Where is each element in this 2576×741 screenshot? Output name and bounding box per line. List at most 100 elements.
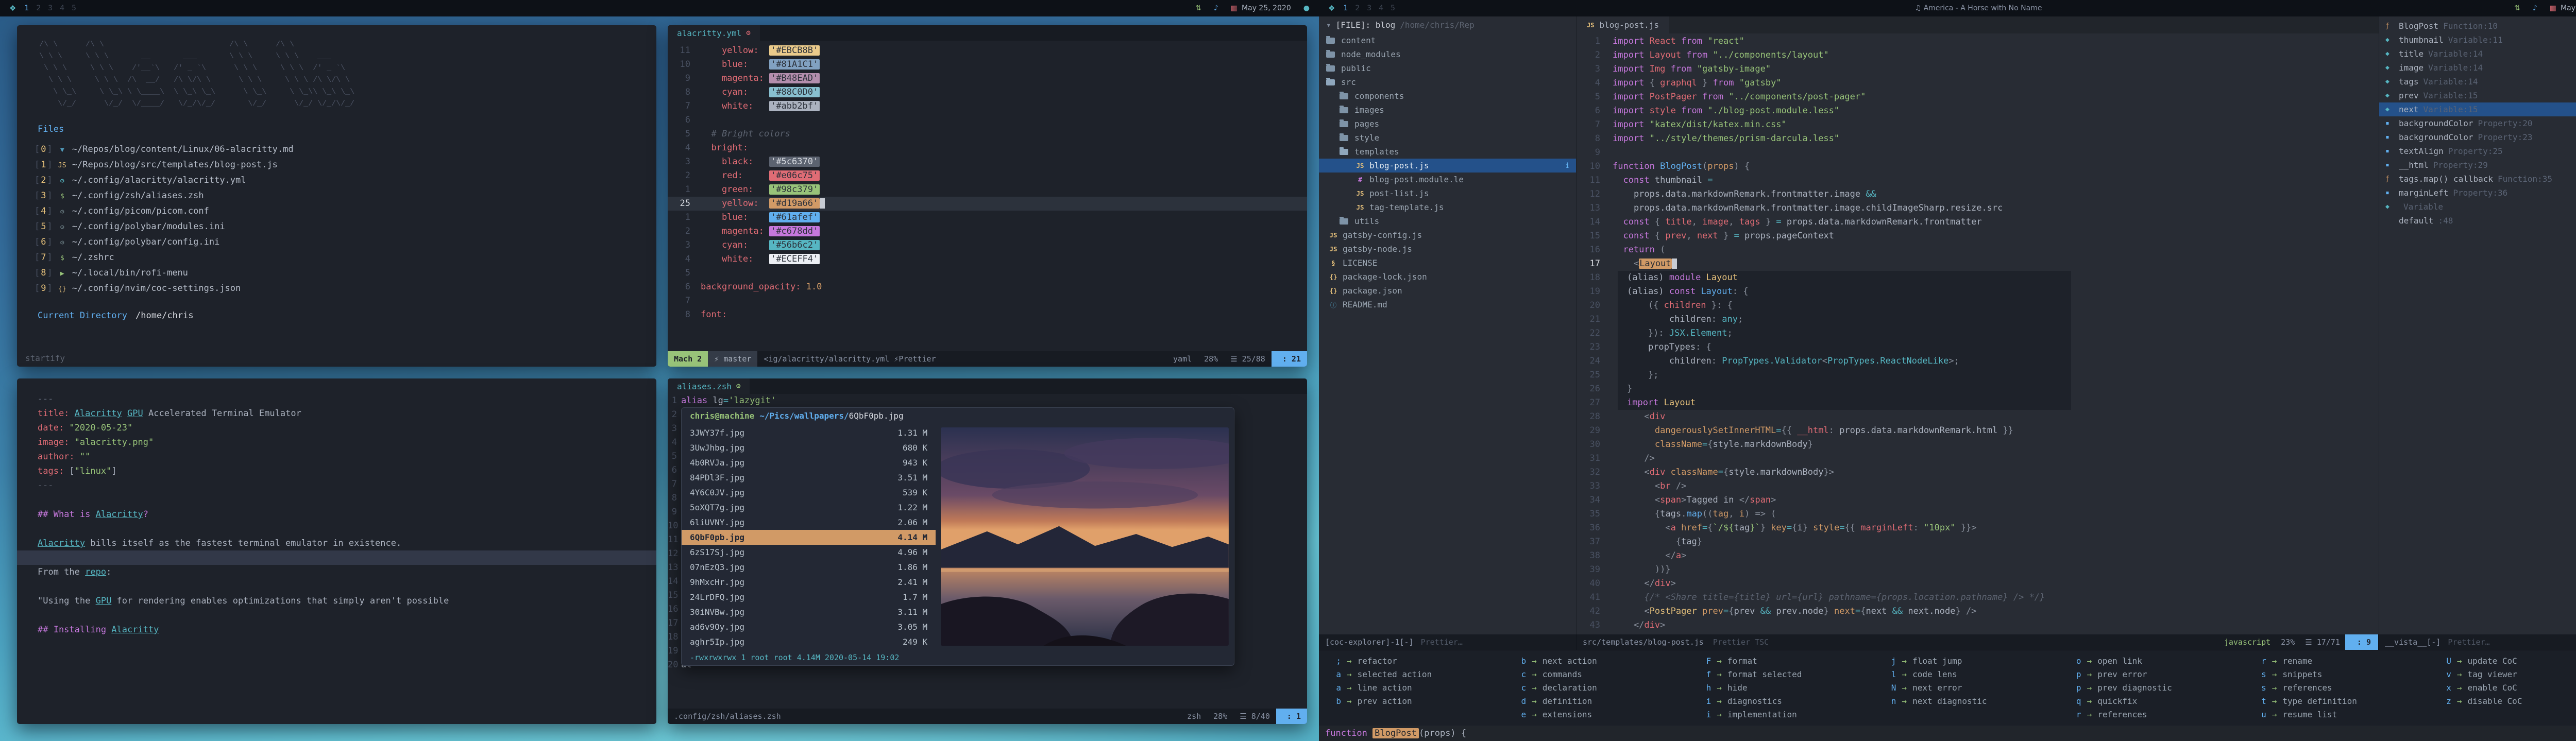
code-line[interactable]: 26} [1577, 382, 2379, 396]
tree-item-tag-template.js[interactable]: JStag-template.js [1319, 200, 1576, 214]
whichkey-entry[interactable]: r→references [2074, 708, 2253, 721]
tree-item-LICENSE[interactable]: §LICENSE [1319, 256, 1576, 270]
code-line[interactable]: author: "" [17, 450, 656, 464]
code-line[interactable]: 3 black: '#5c6370' [668, 155, 1307, 169]
workspace-3[interactable]: 3 [1367, 4, 1371, 12]
tree-item-public[interactable]: public [1319, 61, 1576, 75]
code-line[interactable]: 38 </a> [1577, 549, 2379, 563]
whichkey-entry[interactable]: d→definition [1518, 695, 1698, 708]
code-line[interactable]: 11 yellow: '#EBCB8B' [668, 44, 1307, 58]
tree-item-content[interactable]: content [1319, 33, 1576, 47]
vista-symbol[interactable]: ◆prevVariable:15 [2379, 89, 2576, 102]
code-line[interactable]: 29 dangerouslySetInnerHTML={{ __html: pr… [1577, 424, 2379, 438]
whichkey-entry[interactable]: c→commands [1518, 668, 1698, 681]
whichkey-entry[interactable]: t→type definition [2259, 695, 2438, 708]
vista-symbol[interactable]: ◆thumbnailVariable:11 [2379, 33, 2576, 47]
code-line[interactable]: ## What is Alacritty? [17, 507, 656, 522]
tree-item-package.json[interactable]: {}package.json [1319, 284, 1576, 298]
code-line[interactable]: Alacritty bills itself as the fastest te… [17, 536, 656, 550]
file-row[interactable]: 84PDl3F.jpg3.51 M [682, 470, 936, 485]
startify-entry[interactable]: [6]⚙~/.config/polybar/config.ini [35, 234, 656, 250]
code-line[interactable]: --- [17, 392, 656, 406]
startify-entry[interactable]: [5]⚙~/.config/polybar/modules.ini [35, 219, 656, 234]
whichkey-entry[interactable]: o→open link [2074, 654, 2253, 668]
code-line[interactable]: 13 props.data.markdownRemark.frontmatter… [1577, 201, 2379, 215]
code-line[interactable]: 34 <span>Tagged in </span> [1577, 493, 2379, 507]
code-line[interactable]: --- [17, 478, 656, 493]
code-line[interactable]: 7import "katex/dist/katex.min.css" [1577, 118, 2379, 132]
tree-item-pages[interactable]: pages [1319, 117, 1576, 131]
code-line[interactable]: 21 children: any; [1577, 313, 2379, 326]
code-line[interactable]: 19(alias) const Layout: { [1577, 285, 2379, 299]
whichkey-entry[interactable]: p→prev error [2074, 668, 2253, 681]
whichkey-entry[interactable]: x→enable CoC [2444, 681, 2576, 695]
code-line[interactable]: 6import style from "./blog-post.module.l… [1577, 104, 2379, 118]
workspace-4[interactable]: 4 [1379, 4, 1383, 12]
explorer-root[interactable]: ▾ [FILE]: blog /home/chris/Rep [1319, 16, 1576, 33]
code-line[interactable]: 8font: [668, 308, 1307, 322]
vista-symbol[interactable]: ◆Variable [2379, 200, 2576, 214]
code-line[interactable]: image: "alacritty.png" [17, 435, 656, 450]
code-line[interactable]: 32 <div className={style.markdownBody}> [1577, 466, 2379, 479]
code-line[interactable]: From the repo: [17, 565, 656, 579]
code-line[interactable]: 9 [1577, 146, 2379, 160]
code-line[interactable]: 8import "../style/themes/prism-darcula.l… [1577, 132, 2379, 146]
code-line[interactable]: 1import React from "react" [1577, 35, 2379, 48]
file-row[interactable]: 24LrDFQ.jpg1.7 M [682, 590, 936, 605]
file-row[interactable]: 6zS17Sj.jpg4.96 M [682, 545, 936, 560]
startify-entry[interactable]: [7]$~/.zshrc [35, 250, 656, 265]
code-line[interactable]: 10function BlogPost(props) { [1577, 160, 2379, 174]
whichkey-entry[interactable]: N→next error [1888, 681, 2068, 695]
code-line[interactable]: 20 ({ children }: { [1577, 299, 2379, 313]
file-row[interactable]: 9hMxcHr.jpg2.41 M [682, 575, 936, 590]
code-line[interactable] [17, 493, 656, 507]
code-line[interactable]: 6background_opacity: 1.0 [668, 280, 1307, 294]
code-line[interactable]: 24 children: PropTypes.Validator<PropTyp… [1577, 354, 2379, 368]
code-line[interactable]: 39 ))} [1577, 563, 2379, 577]
whichkey-entry[interactable]: s→references [2259, 681, 2438, 695]
tree-item-package-lock.json[interactable]: {}package-lock.json [1319, 270, 1576, 284]
file-row[interactable]: aghr5Ip.jpg249 K [682, 634, 936, 649]
vista-symbol[interactable]: ◆titleVariable:14 [2379, 47, 2576, 61]
tree-item-style[interactable]: style [1319, 131, 1576, 145]
vista-symbol[interactable]: ƒBlogPostFunction:10 [2379, 19, 2576, 33]
vista-symbol[interactable]: ƒtags.map() callbackFunction:35 [2379, 172, 2576, 186]
workspace-5[interactable]: 5 [72, 4, 76, 12]
vista-symbol[interactable]: ◆nextVariable:15 [2379, 102, 2576, 116]
code-line[interactable]: date: "2020-05-23" [17, 421, 656, 435]
code-line[interactable] [17, 608, 656, 623]
code-line[interactable]: title: Alacritty GPU Accelerated Termina… [17, 406, 656, 421]
code-line[interactable]: tags: ["linux"] [17, 464, 656, 478]
file-row[interactable]: ad6v9Oy.jpg3.05 M [682, 619, 936, 634]
code-line[interactable]: 16 return ( [1577, 243, 2379, 257]
code-line[interactable]: 22 }): JSX.Element; [1577, 326, 2379, 340]
tree-item-utils[interactable]: utils [1319, 214, 1576, 228]
tree-item-blog-post.js[interactable]: JSblog-post.jsℹ [1319, 159, 1576, 173]
workspace-3[interactable]: 3 [48, 4, 53, 12]
code-line[interactable]: 2import Layout from "../components/layou… [1577, 48, 2379, 62]
code-line[interactable]: 4import { graphql } from "gatsby" [1577, 76, 2379, 90]
code-line[interactable]: 37 {tag} [1577, 535, 2379, 549]
code-line[interactable] [17, 550, 656, 565]
code-line[interactable]: 25 }; [1577, 368, 2379, 382]
startify-entry[interactable]: [9]{}~/.config/nvim/coc-settings.json [35, 281, 656, 296]
code-line[interactable] [17, 579, 656, 594]
whichkey-entry[interactable]: a→selected action [1333, 668, 1513, 681]
code-line[interactable]: 3import Img from "gatsby-image" [1577, 62, 2379, 76]
vista-symbol[interactable]: ▪backgroundColorProperty:20 [2379, 116, 2576, 130]
whichkey-entry[interactable]: ;→refactor [1333, 654, 1513, 668]
code-line[interactable]: 7 white: '#abb2bf' [668, 99, 1307, 113]
code-line[interactable]: 1 green: '#98c379' [668, 183, 1307, 197]
code-line[interactable]: 33 <br /> [1577, 479, 2379, 493]
code-line[interactable]: 27import Layout [1577, 396, 2379, 410]
startify-entry[interactable]: [1]JS~/Repos/blog/src/templates/blog-pos… [35, 157, 656, 173]
startify-entry[interactable]: [8]▶~/.local/bin/rofi-menu [35, 265, 656, 281]
code-line[interactable]: 4 bright: [668, 141, 1307, 155]
vista-symbol[interactable]: default:48 [2379, 214, 2576, 228]
code-line[interactable]: 12 props.data.markdownRemark.frontmatter… [1577, 187, 2379, 201]
workspace-2[interactable]: 2 [1355, 4, 1360, 12]
code-line[interactable]: 7 [668, 294, 1307, 308]
file-row[interactable]: 5oXQT7g.jpg1.22 M [682, 500, 936, 515]
workspace-4[interactable]: 4 [60, 4, 64, 12]
code-line[interactable]: 3 cyan: '#56b6c2' [668, 238, 1307, 252]
